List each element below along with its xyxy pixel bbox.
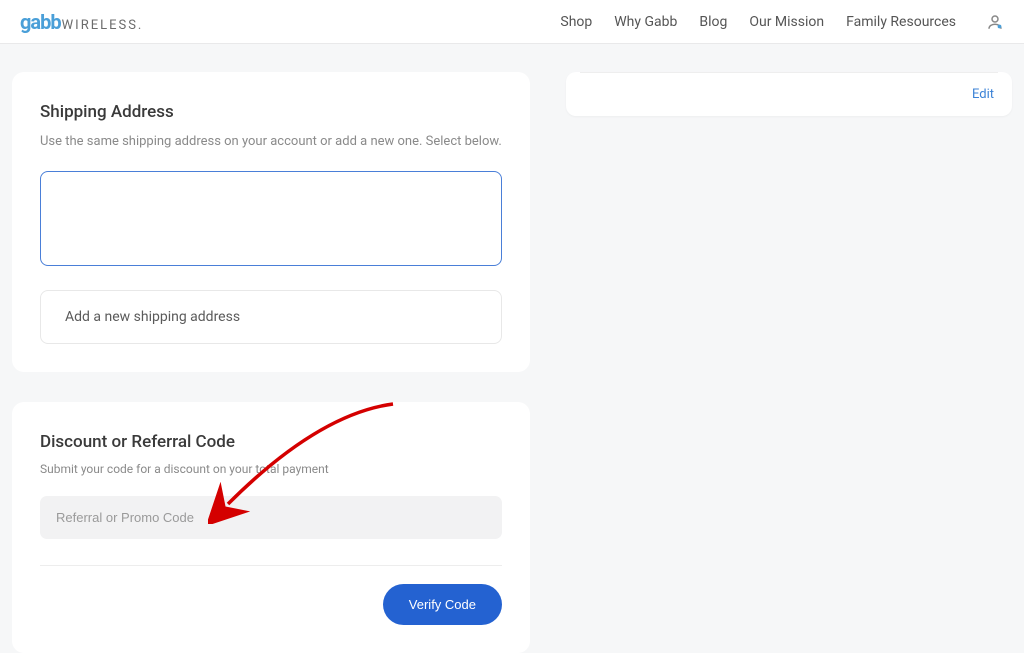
shipping-address-selected[interactable] [40,171,502,266]
logo-brand: gabb [20,10,61,34]
nav-why[interactable]: Why Gabb [614,14,677,30]
shipping-card: Shipping Address Use the same shipping a… [12,72,530,372]
profile-icon[interactable] [986,13,1004,31]
edit-link[interactable]: Edit [972,87,994,102]
nav-blog[interactable]: Blog [699,14,727,30]
divider [40,565,502,566]
promo-code-input[interactable] [40,496,502,539]
discount-card: Discount or Referral Code Submit your co… [12,402,530,653]
add-shipping-address[interactable]: Add a new shipping address [40,290,502,344]
logo[interactable]: gabb WIRELESS. [20,10,143,34]
verify-code-button[interactable]: Verify Code [383,584,502,625]
verify-row: Verify Code [40,584,502,625]
discount-title: Discount or Referral Code [40,432,502,452]
discount-subtitle: Submit your code for a discount on your … [40,462,502,476]
nav-shop[interactable]: Shop [560,14,592,30]
logo-suffix: WIRELESS. [62,18,144,33]
checkout-right: Edit [566,72,1012,653]
shipping-subtitle: Use the same shipping address on your ac… [40,132,502,153]
shipping-title: Shipping Address [40,102,502,122]
order-summary-card: Edit [566,72,1012,116]
nav-mission[interactable]: Our Mission [749,14,824,30]
content: Shipping Address Use the same shipping a… [0,44,1024,653]
site-header: gabb WIRELESS. Shop Why Gabb Blog Our Mi… [0,0,1024,44]
checkout-left: Shipping Address Use the same shipping a… [12,72,530,653]
summary-edit-row: Edit [580,73,998,116]
nav: Shop Why Gabb Blog Our Mission Family Re… [560,13,1004,31]
nav-resources[interactable]: Family Resources [846,14,956,30]
